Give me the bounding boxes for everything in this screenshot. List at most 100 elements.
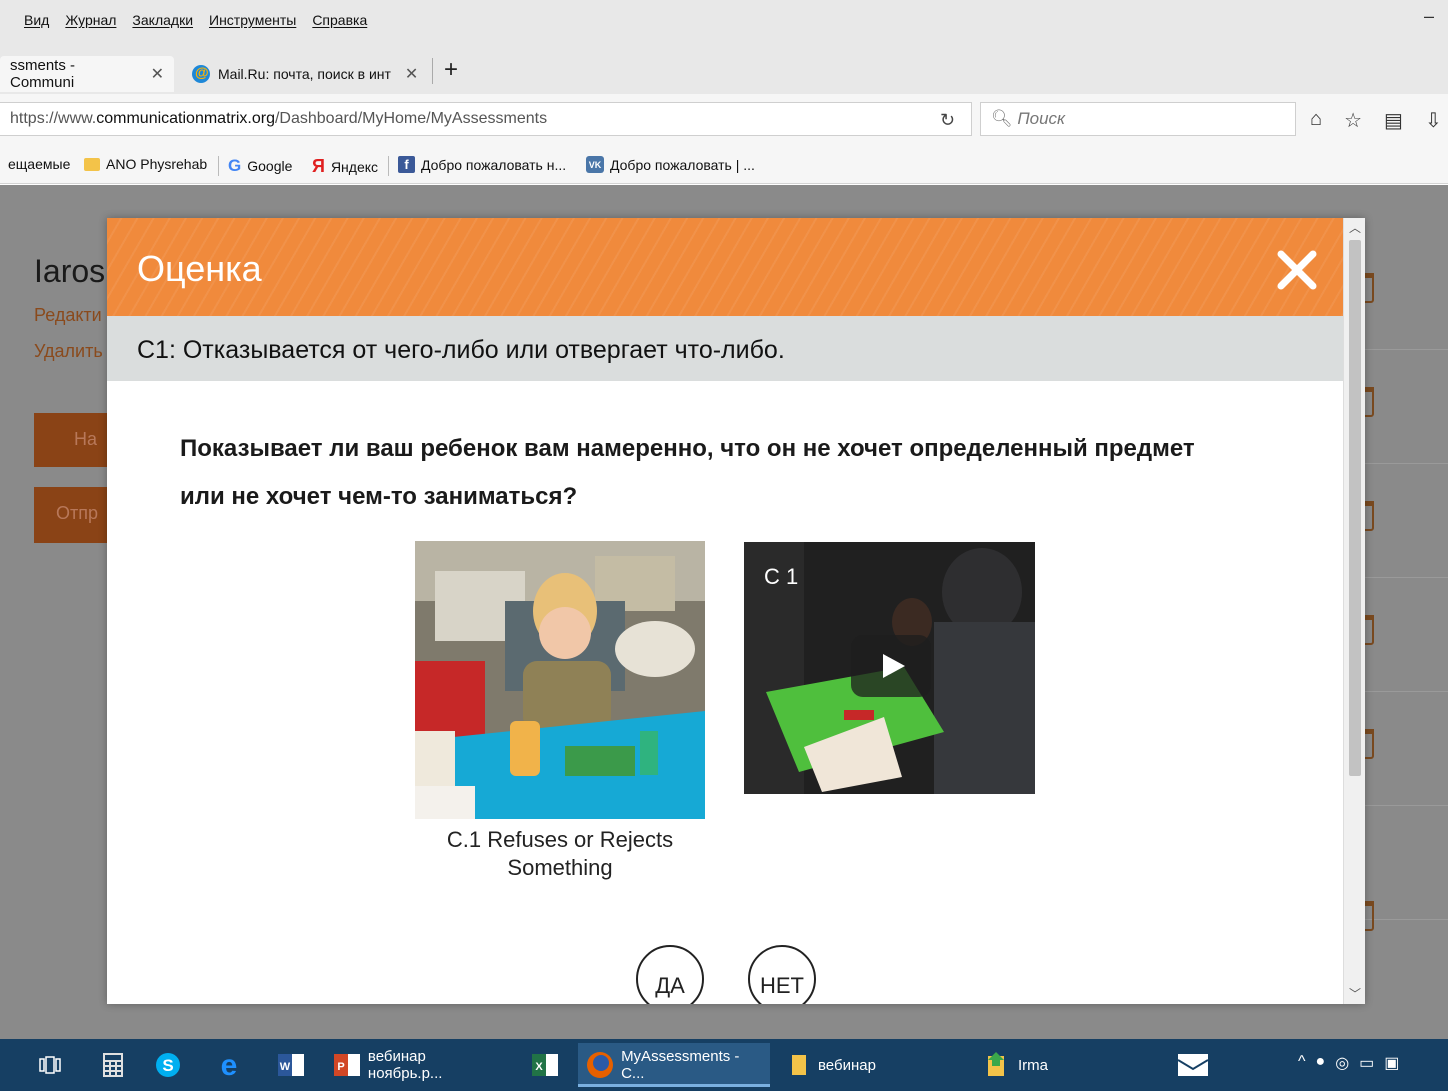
close-button[interactable]: [1275, 248, 1319, 292]
play-button[interactable]: [851, 635, 931, 697]
system-tray: ^ ● ◎ ▭ ▣: [1298, 1053, 1399, 1073]
search-placeholder: Поиск: [1017, 109, 1066, 128]
taskbar: S e W P вебинар ноябрь.р... X MyAssessme…: [0, 1039, 1448, 1091]
download-icon[interactable]: ⇩: [1425, 108, 1442, 133]
yandex-icon: Я: [312, 156, 325, 176]
question-code: C1: Отказывается от чего-либо или отверг…: [137, 336, 785, 364]
modal-header: Оценка: [107, 218, 1343, 316]
url-domain: communicationmatrix.org: [96, 110, 275, 127]
mailru-icon: [192, 64, 210, 83]
folder-icon: [84, 157, 100, 171]
bookmark-google[interactable]: G Google: [228, 156, 292, 176]
bookmark-separator: [218, 156, 219, 176]
task-view-icon[interactable]: [36, 1051, 64, 1079]
reading-list-icon[interactable]: ▤: [1384, 108, 1403, 133]
scroll-down-icon[interactable]: ﹀: [1344, 984, 1365, 1004]
yes-button[interactable]: ДА: [636, 945, 704, 1004]
start-button-label: На: [74, 429, 98, 449]
bookmark-yandex[interactable]: Я Яндекс: [312, 156, 378, 177]
home-icon[interactable]: ⌂: [1310, 108, 1322, 133]
tab-close-icon[interactable]: ✕: [405, 64, 418, 84]
firefox-icon: [587, 1052, 613, 1078]
search-input[interactable]: 🔍︎ Поиск: [980, 102, 1296, 136]
question-text: Показывает ли ваш ребенок вам намеренно,…: [180, 425, 1240, 521]
edit-link[interactable]: Редакти: [34, 305, 102, 326]
calculator-icon[interactable]: [100, 1051, 126, 1079]
word-icon[interactable]: W: [276, 1051, 306, 1079]
question-part: Показывает ли ваш ребенок вам: [180, 435, 577, 462]
taskbar-app-label: MyAssessments - C...: [621, 1048, 740, 1082]
bookmark-label: Google: [247, 158, 293, 174]
taskbar-app-label: вебинар: [818, 1056, 876, 1074]
tray-app-icon[interactable]: ◎: [1335, 1053, 1349, 1073]
no-button[interactable]: НЕТ: [748, 945, 816, 1004]
edge-icon[interactable]: e: [214, 1051, 244, 1079]
new-tab-button[interactable]: +: [444, 56, 458, 84]
delete-link[interactable]: Удалить: [34, 341, 103, 362]
bookmark-label: Яндекс: [330, 158, 379, 175]
tray-network-icon[interactable]: ▣: [1384, 1053, 1399, 1073]
svg-text:P: P: [337, 1061, 344, 1073]
url-prefix: https://www.: [10, 110, 97, 127]
bookmark-label: Добро пожаловать н...: [421, 156, 567, 173]
reload-icon[interactable]: ↻: [940, 110, 955, 131]
google-icon: G: [228, 156, 242, 175]
scroll-up-icon[interactable]: ︿: [1344, 218, 1365, 238]
modal-title: Оценка: [137, 248, 262, 289]
powerpoint-icon: P: [334, 1054, 360, 1076]
bookmark-vk[interactable]: VK Добро пожаловать | ...: [586, 156, 755, 173]
bookmark-facebook[interactable]: f Добро пожаловать н...: [398, 156, 566, 173]
tab-separator: [432, 58, 433, 84]
svg-text:X: X: [535, 1061, 543, 1073]
url-bar[interactable]: https://www.communicationmatrix.org/Dash…: [0, 102, 972, 136]
bookmark-separator: [388, 156, 389, 176]
example-video[interactable]: C 1: [744, 542, 1035, 794]
taskbar-app-label: Irma: [1018, 1056, 1048, 1074]
bookmark-most-visited[interactable]: ещаемые: [8, 156, 70, 172]
tray-expand-icon[interactable]: ^: [1298, 1053, 1306, 1073]
taskbar-app-label: вебинар ноябрь.р...: [367, 1048, 443, 1082]
tab-mailru[interactable]: Mail.Ru: почта, поиск в инт ✕: [182, 56, 430, 92]
taskbar-app-firefox[interactable]: MyAssessments - C...: [578, 1043, 770, 1087]
taskbar-app-folder[interactable]: вебинар: [782, 1043, 922, 1087]
tab-close-icon[interactable]: ✕: [151, 64, 164, 84]
photo-caption: C.1 Refuses or Rejects Something: [415, 826, 705, 882]
video-label: C 1: [764, 564, 799, 589]
taskbar-app-powerpoint[interactable]: P вебинар ноябрь.р...: [326, 1043, 512, 1087]
facebook-icon: f: [398, 156, 415, 173]
url-path: /Dashboard/MyHome/MyAssessments: [274, 110, 548, 127]
send-button-label: Отпр: [56, 503, 99, 523]
menu-history[interactable]: Журнал: [65, 12, 116, 28]
tray-battery-icon[interactable]: ▭: [1359, 1053, 1374, 1073]
assessment-modal: Оценка C1: Отказывается от чего-либо или…: [107, 218, 1365, 1004]
active-indicator: [578, 1084, 770, 1087]
menu-tools[interactable]: Инструменты: [209, 12, 296, 28]
menu-bookmarks[interactable]: Закладки: [132, 12, 193, 28]
photo-caption-line: C.1 Refuses or Rejects: [446, 827, 674, 852]
mail-icon[interactable]: [1176, 1051, 1210, 1079]
taskbar-app-irma[interactable]: Irma: [978, 1043, 1108, 1087]
tray-app-icon[interactable]: ●: [1316, 1053, 1326, 1073]
star-icon[interactable]: ☆: [1344, 108, 1362, 133]
excel-icon[interactable]: X: [530, 1051, 560, 1079]
skype-icon[interactable]: S: [154, 1051, 182, 1079]
question-emphasis: намеренно: [576, 435, 707, 462]
tab-label: ssments - Communi: [10, 57, 76, 91]
document-icon: [988, 1052, 1004, 1076]
minimize-button[interactable]: –: [1424, 6, 1434, 27]
search-icon: 🔍︎: [991, 109, 1013, 128]
example-photo: [415, 541, 705, 819]
photo-caption-line: Something: [507, 855, 613, 880]
bookmark-label: ANO Physrehab: [106, 156, 208, 172]
menu-view[interactable]: Вид: [24, 12, 49, 28]
modal-scrollbar[interactable]: ︿ ﹀: [1343, 218, 1365, 1004]
menu-help[interactable]: Справка: [312, 12, 367, 28]
navigation-bar: https://www.communicationmatrix.org/Dash…: [0, 94, 1448, 146]
tab-myassessments[interactable]: ssments - Communi ✕: [0, 56, 174, 92]
scroll-thumb[interactable]: [1349, 240, 1361, 776]
folder-icon: [792, 1055, 806, 1075]
question-bar: C1: Отказывается от чего-либо или отверг…: [107, 316, 1343, 381]
svg-text:e: e: [221, 1052, 238, 1078]
bookmark-label: ещаемые: [8, 156, 71, 172]
bookmark-ano-physrehab[interactable]: ANO Physrehab: [84, 156, 207, 172]
